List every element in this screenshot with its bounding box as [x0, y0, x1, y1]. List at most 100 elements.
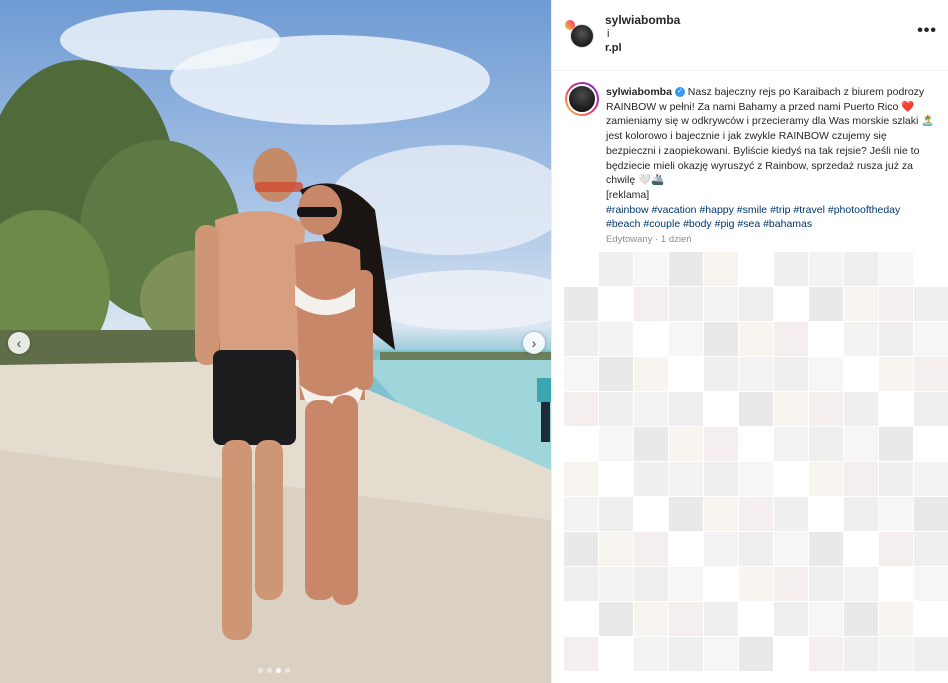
avatar[interactable] — [565, 20, 594, 48]
pixelated-block — [739, 287, 773, 321]
pixelated-block — [634, 567, 668, 601]
hashtag-link[interactable]: #happy — [699, 204, 733, 216]
pixelated-block — [844, 427, 878, 461]
pixelated-block — [914, 322, 948, 356]
carousel-dots — [258, 668, 290, 673]
pixelated-block — [844, 637, 878, 671]
pixelated-block — [564, 322, 598, 356]
pixelated-block — [844, 602, 878, 636]
pixelated-block — [809, 462, 843, 496]
pixelated-block — [634, 532, 668, 566]
header-collab-separator: i — [607, 28, 610, 40]
pixelated-block — [739, 532, 773, 566]
caption-text: sylwiabomba ✓ Nasz bajeczny rejs po Kara… — [606, 85, 936, 232]
more-options-button[interactable]: ••• — [917, 22, 937, 40]
carousel-prev-button[interactable]: ‹ — [8, 332, 30, 354]
pixelated-block — [844, 462, 878, 496]
island-emoji: 🏝️ — [921, 115, 935, 128]
pixelated-block — [564, 462, 598, 496]
header-collab-account[interactable]: r.pl — [605, 42, 622, 54]
pixelated-block — [879, 637, 913, 671]
pixelated-block — [704, 532, 738, 566]
pixelated-block — [739, 497, 773, 531]
pixelated-block — [634, 637, 668, 671]
pixelated-block — [879, 602, 913, 636]
post-header: sylwiabomba i r.pl ••• — [552, 0, 948, 71]
pixelated-block — [809, 602, 843, 636]
pixelated-block — [809, 567, 843, 601]
pixelated-block — [774, 322, 808, 356]
hashtag-link[interactable]: #smile — [737, 204, 767, 216]
pixelated-block — [879, 322, 913, 356]
pixelated-block — [704, 427, 738, 461]
pixelated-block — [599, 497, 633, 531]
pixelated-block — [844, 287, 878, 321]
carousel-dot-active[interactable] — [276, 668, 281, 673]
pixelated-block — [634, 427, 668, 461]
end-emoji: 🤍🚢 — [638, 174, 665, 187]
more-horizontal-icon: ••• — [917, 22, 937, 39]
pixelated-block — [914, 392, 948, 426]
pixelated-block — [809, 357, 843, 391]
pixelated-block — [774, 497, 808, 531]
pixelated-block — [879, 462, 913, 496]
pixelated-block — [564, 357, 598, 391]
carousel-dot[interactable] — [267, 668, 272, 673]
pixelated-block — [599, 427, 633, 461]
pixelated-block — [739, 357, 773, 391]
pixelated-block — [914, 462, 948, 496]
hashtag-link[interactable]: #travel — [793, 204, 825, 216]
pixelated-block — [774, 252, 808, 286]
hashtag-link[interactable]: #vacation — [652, 204, 697, 216]
pixelated-block — [844, 322, 878, 356]
hashtag-link[interactable]: #sea — [737, 218, 760, 230]
hashtag-link[interactable]: #rainbow — [606, 204, 649, 216]
carousel-next-button[interactable]: › — [523, 332, 545, 354]
pixelated-block — [844, 497, 878, 531]
pixelated-block — [774, 357, 808, 391]
hashtag-link[interactable]: #bahamas — [763, 218, 812, 230]
pixelated-block — [634, 357, 668, 391]
hashtag-link[interactable]: #couple — [643, 218, 680, 230]
pixelated-block — [844, 392, 878, 426]
pixelated-block — [879, 252, 913, 286]
carousel-dot[interactable] — [285, 668, 290, 673]
hashtag-link[interactable]: #photooftheday — [828, 204, 900, 216]
pixelated-block — [739, 637, 773, 671]
pixelated-block — [599, 532, 633, 566]
pixelated-block — [669, 462, 703, 496]
hashtag-link[interactable]: #pig — [715, 218, 735, 230]
pixelated-block — [914, 287, 948, 321]
pixelated-block — [914, 637, 948, 671]
pixelated-block — [599, 602, 633, 636]
hashtag-link[interactable]: #body — [683, 218, 712, 230]
pixelated-block — [809, 287, 843, 321]
post-photo[interactable]: ‹ › — [0, 0, 551, 683]
pixelated-block — [634, 287, 668, 321]
caption-avatar[interactable] — [565, 82, 599, 116]
pixelated-block — [739, 322, 773, 356]
carousel-dot[interactable] — [258, 668, 263, 673]
header-username[interactable]: sylwiabomba — [605, 13, 680, 27]
pixelated-block — [809, 427, 843, 461]
pixelated-block — [739, 462, 773, 496]
pixelated-block — [599, 567, 633, 601]
pixelated-block — [704, 497, 738, 531]
pixelated-block — [879, 497, 913, 531]
caption-username[interactable]: sylwiabomba — [606, 86, 672, 98]
pixelated-block — [564, 637, 598, 671]
pixelated-block — [564, 567, 598, 601]
pixelated-block — [774, 602, 808, 636]
hashtag-list: #rainbow #vacation #happy #smile #trip #… — [606, 204, 900, 231]
pixelated-block — [774, 532, 808, 566]
hashtag-link[interactable]: #trip — [770, 204, 790, 216]
pixelated-block — [634, 392, 668, 426]
pixelated-block — [774, 392, 808, 426]
heart-emoji: ❤️ — [901, 100, 915, 113]
ad-label: [reklama] — [606, 188, 650, 201]
hashtag-link[interactable]: #beach — [606, 218, 640, 230]
pixelated-block — [669, 287, 703, 321]
pixelated-block — [669, 637, 703, 671]
pixelated-block — [914, 497, 948, 531]
caption-body-2: zamieniamy się w odkrywców i przecieramy… — [606, 115, 919, 128]
